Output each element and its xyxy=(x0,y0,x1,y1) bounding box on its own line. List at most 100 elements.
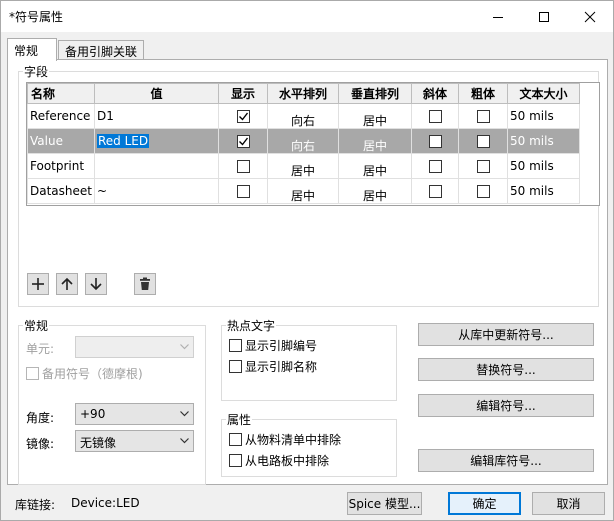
delete-field-button[interactable] xyxy=(134,273,156,295)
close-button[interactable] xyxy=(567,1,613,32)
alt-symbol-label: 备用符号（德摩根) xyxy=(42,367,143,381)
cell-name[interactable]: Value xyxy=(27,128,95,154)
tab-alternate-pins[interactable]: 备用引脚关联 xyxy=(58,40,144,60)
cell-text-size[interactable]: 50 mils xyxy=(507,178,580,204)
bold-checkbox[interactable] xyxy=(476,160,490,173)
col-header-h-align[interactable]: 水平排列 xyxy=(267,83,339,104)
bold-checkbox[interactable] xyxy=(476,185,490,198)
cell-value[interactable]: D1 xyxy=(94,103,219,129)
move-down-button[interactable] xyxy=(85,273,107,295)
spice-model-button[interactable]: Spice 模型... xyxy=(347,492,422,515)
cell-italic[interactable] xyxy=(411,153,459,179)
cell-h-align[interactable]: 向右 xyxy=(267,128,339,154)
italic-checkbox[interactable] xyxy=(428,110,442,123)
cell-text-size[interactable]: 50 mils xyxy=(507,128,580,154)
fields-group-label: 字段 xyxy=(23,65,50,79)
col-header-show[interactable]: 显示 xyxy=(218,83,268,104)
general-group-label: 常规 xyxy=(23,319,50,333)
cell-value[interactable]: ~ xyxy=(94,178,219,204)
update-from-library-button[interactable]: 从库中更新符号... xyxy=(418,323,594,346)
show-pin-number-checkbox[interactable] xyxy=(229,339,242,352)
cell-value[interactable]: Red LED xyxy=(94,128,219,154)
cell-v-align[interactable]: 居中 xyxy=(338,103,412,129)
show-pin-number-label: 显示引脚编号 xyxy=(245,339,318,353)
hotspot-text-group-label: 热点文字 xyxy=(226,319,277,333)
table-row[interactable]: Reference D1 向右 居中 50 mils xyxy=(27,103,580,129)
minimize-icon xyxy=(493,16,503,18)
exclude-bom-checkbox[interactable] xyxy=(229,433,242,446)
value-editor-selected-text[interactable]: Red LED xyxy=(97,134,150,148)
minimize-button[interactable] xyxy=(475,1,521,32)
cell-name[interactable]: Datasheet xyxy=(27,178,95,204)
cell-bold[interactable] xyxy=(458,153,508,179)
cell-h-align[interactable]: 居中 xyxy=(267,153,339,179)
cell-h-align[interactable]: 向右 xyxy=(267,103,339,129)
fields-grid[interactable]: 名称 值 显示 水平排列 垂直排列 斜体 粗体 文本大小 Reference D… xyxy=(26,82,600,206)
alt-symbol-option[interactable]: 备用符号（德摩根) xyxy=(26,365,143,382)
exclude-bom-option[interactable]: 从物料清单中排除 xyxy=(229,431,341,448)
italic-checkbox[interactable] xyxy=(428,135,442,148)
grid-header-row: 名称 值 显示 水平排列 垂直排列 斜体 粗体 文本大小 xyxy=(27,83,580,104)
table-row-selected[interactable]: Value Red LED 向右 居中 50 mils xyxy=(27,128,580,154)
mirror-select[interactable]: 无镜像 xyxy=(75,430,194,452)
plus-icon xyxy=(32,278,44,290)
tab-general[interactable]: 常规 xyxy=(7,38,57,61)
cell-value[interactable] xyxy=(94,153,219,179)
angle-select[interactable]: +90 xyxy=(75,403,194,425)
show-pin-number-option[interactable]: 显示引脚编号 xyxy=(229,337,317,354)
cell-bold[interactable] xyxy=(458,103,508,129)
cell-italic[interactable] xyxy=(411,128,459,154)
col-header-bold[interactable]: 粗体 xyxy=(458,83,508,104)
col-header-italic[interactable]: 斜体 xyxy=(411,83,459,104)
italic-checkbox[interactable] xyxy=(428,160,442,173)
table-row[interactable]: Datasheet ~ 居中 居中 50 mils xyxy=(27,178,580,204)
ok-button[interactable]: 确定 xyxy=(448,492,521,515)
show-checkbox[interactable] xyxy=(236,135,250,148)
cancel-button[interactable]: 取消 xyxy=(532,492,605,515)
cell-text-size[interactable]: 50 mils xyxy=(507,153,580,179)
bold-checkbox[interactable] xyxy=(476,135,490,148)
cell-show[interactable] xyxy=(218,128,268,154)
show-pin-name-checkbox[interactable] xyxy=(229,360,242,373)
cell-bold[interactable] xyxy=(458,178,508,204)
v-align-value: 居中 xyxy=(362,188,387,203)
mirror-select-value: 无镜像 xyxy=(80,436,117,450)
exclude-board-checkbox[interactable] xyxy=(229,454,242,467)
bold-checkbox[interactable] xyxy=(476,110,490,123)
cell-v-align[interactable]: 居中 xyxy=(338,153,412,179)
cell-show[interactable] xyxy=(218,103,268,129)
show-checkbox[interactable] xyxy=(236,110,250,123)
maximize-button[interactable] xyxy=(521,1,567,32)
cell-show[interactable] xyxy=(218,178,268,204)
exclude-bom-label: 从物料清单中排除 xyxy=(245,433,342,447)
cell-italic[interactable] xyxy=(411,103,459,129)
italic-checkbox[interactable] xyxy=(428,185,442,198)
attributes-group-label: 属性 xyxy=(226,413,253,427)
col-header-text-size[interactable]: 文本大小 xyxy=(507,83,580,104)
edit-symbol-button[interactable]: 编辑符号... xyxy=(418,394,594,417)
cell-name[interactable]: Footprint xyxy=(27,153,95,179)
show-pin-name-option[interactable]: 显示引脚名称 xyxy=(229,358,317,375)
cell-text-size[interactable]: 50 mils xyxy=(507,103,580,129)
cell-v-align[interactable]: 居中 xyxy=(338,128,412,154)
cell-bold[interactable] xyxy=(458,128,508,154)
exclude-board-label: 从电路板中排除 xyxy=(245,454,330,468)
cell-name[interactable]: Reference xyxy=(27,103,95,129)
show-checkbox[interactable] xyxy=(236,160,250,173)
table-row[interactable]: Footprint 居中 居中 50 mils xyxy=(27,153,580,179)
alt-symbol-checkbox[interactable] xyxy=(26,367,39,380)
show-checkbox[interactable] xyxy=(236,185,250,198)
cell-italic[interactable] xyxy=(411,178,459,204)
add-field-button[interactable] xyxy=(27,273,49,295)
cell-show[interactable] xyxy=(218,153,268,179)
col-header-name[interactable]: 名称 xyxy=(27,83,95,104)
unit-select[interactable] xyxy=(75,336,194,358)
cell-h-align[interactable]: 居中 xyxy=(267,178,339,204)
edit-library-symbol-button[interactable]: 编辑库符号... xyxy=(418,449,594,472)
cell-v-align[interactable]: 居中 xyxy=(338,178,412,204)
move-up-button[interactable] xyxy=(56,273,78,295)
exclude-board-option[interactable]: 从电路板中排除 xyxy=(229,452,329,469)
col-header-value[interactable]: 值 xyxy=(94,83,219,104)
replace-symbol-button[interactable]: 替换符号... xyxy=(418,358,594,381)
col-header-v-align[interactable]: 垂直排列 xyxy=(338,83,412,104)
